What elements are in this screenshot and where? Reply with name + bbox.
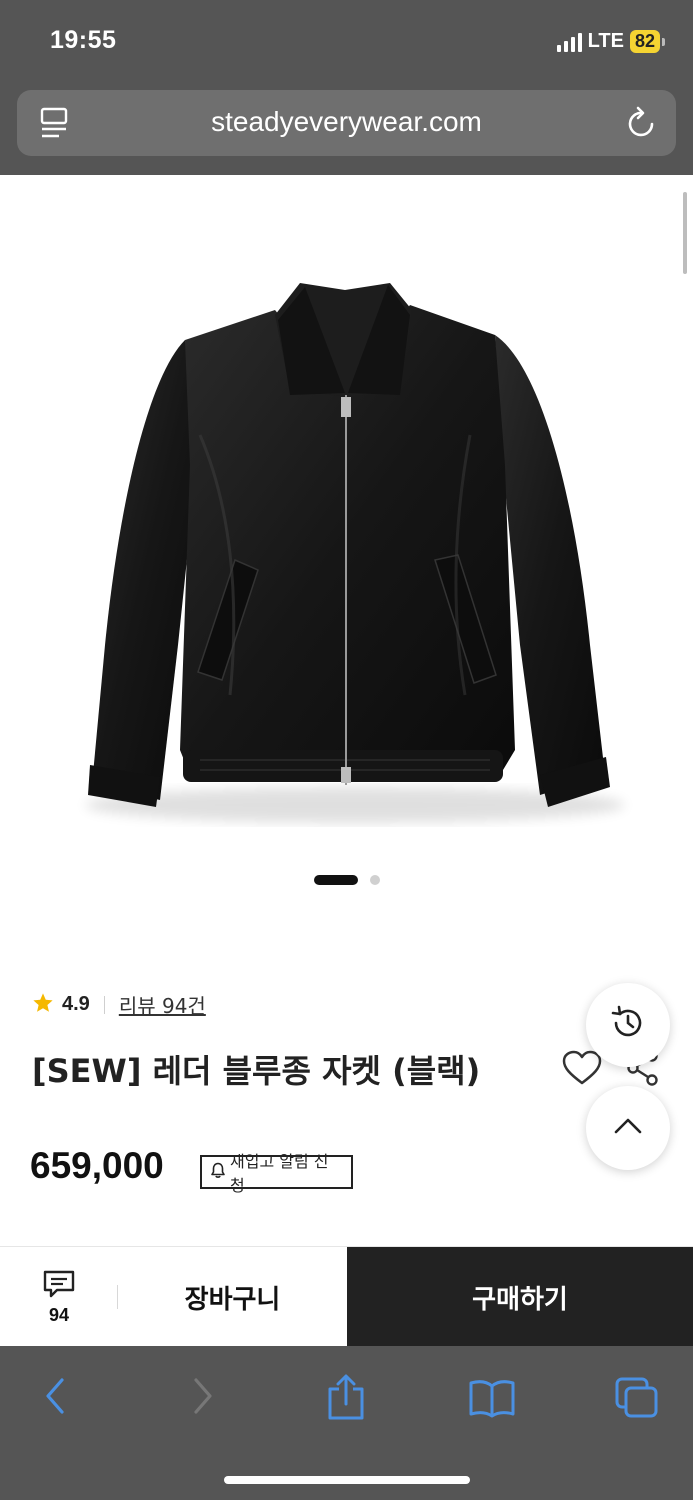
review-count: 94 — [48, 1304, 70, 1325]
purchase-action-bar: 94 장바구니 구매하기 — [0, 1246, 693, 1347]
restock-label: 재입고 알림 신청 — [230, 1152, 329, 1195]
rating-value: 4.9 — [62, 993, 90, 1015]
reload-icon[interactable] — [626, 106, 658, 144]
bookmarks-icon[interactable] — [468, 1378, 516, 1422]
back-icon[interactable] — [40, 1374, 70, 1422]
heart-icon[interactable] — [562, 1050, 602, 1090]
review-link[interactable]: 리뷰 94건 — [119, 990, 206, 1019]
recent-history-button[interactable] — [586, 983, 670, 1067]
restock-alert-button[interactable]: 재입고 알림 신청 — [200, 1152, 353, 1195]
network-type: LTE — [587, 30, 624, 52]
add-to-cart-button[interactable]: 장바구니 — [118, 1247, 347, 1347]
scroll-to-top-button[interactable] — [586, 1086, 670, 1170]
battery-icon: 82 — [629, 30, 665, 53]
battery-level: 82 — [629, 30, 660, 53]
url-text[interactable]: steadyeverywear.com — [17, 106, 676, 138]
home-indicator — [224, 1476, 470, 1484]
rating-row: 4.9 리뷰 94건 — [32, 990, 206, 1019]
chevron-up-icon — [613, 1116, 643, 1140]
product-title: [SEW] 레더 블루종 자켓 (블랙) — [32, 1052, 481, 1090]
product-image[interactable] — [0, 175, 693, 915]
buy-now-button[interactable]: 구매하기 — [347, 1247, 693, 1347]
comment-icon — [42, 1269, 76, 1303]
review-count-button[interactable]: 94 — [0, 1247, 118, 1347]
star-icon — [32, 992, 54, 1018]
carousel-indicator — [0, 875, 693, 885]
forward-icon[interactable] — [188, 1374, 218, 1422]
carousel-dot-active[interactable] — [313, 875, 358, 885]
address-bar[interactable]: steadyeverywear.com — [17, 90, 676, 156]
tabs-icon[interactable] — [614, 1376, 660, 1424]
scrollbar[interactable] — [683, 192, 687, 274]
signal-icon — [556, 32, 582, 52]
share-sheet-icon[interactable] — [326, 1374, 366, 1426]
history-icon — [609, 1004, 647, 1046]
bell-icon — [210, 1162, 226, 1183]
carousel-dot[interactable] — [369, 875, 380, 885]
status-time: 19:55 — [50, 26, 117, 54]
status-indicators: LTE 82 — [556, 30, 665, 53]
product-price: 659,000 — [30, 1145, 164, 1186]
divider — [103, 995, 105, 1014]
browser-chrome: 19:55 LTE 82 steadyeverywear.com — [0, 0, 693, 175]
